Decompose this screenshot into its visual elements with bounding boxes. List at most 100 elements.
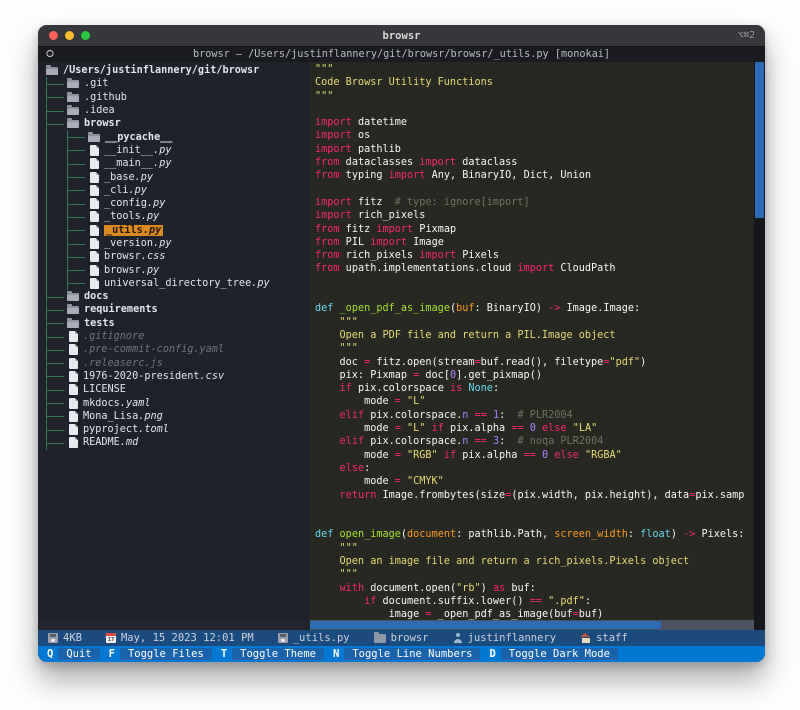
tree-item-file[interactable]: README.md [38,436,310,449]
code-token: float [640,529,671,540]
footer-binding-f[interactable]: FToggle Files [100,646,212,662]
footer-action-label[interactable]: Toggle Line Numbers [344,648,480,660]
tree-item-file[interactable]: .pre-commit-config.yaml [38,343,310,356]
tree-item-folder[interactable]: .github [38,91,310,104]
code-line: """ [315,342,754,355]
footer-action-label[interactable]: Toggle Theme [232,648,324,660]
file-extension: .py [153,238,171,249]
code-line: elif pix.colorspace.n == 3: # noqa PLR20… [315,435,754,448]
file-stem: pyproject [83,424,138,435]
file-icon [90,211,99,222]
tree-item-folder[interactable]: browsr [38,117,310,130]
vertical-scrollbar[interactable] [754,62,765,620]
footer-key[interactable]: Q [38,648,58,660]
tree-item-file[interactable]: LICENSE [38,383,310,396]
vertical-scrollbar-thumb[interactable] [755,62,764,218]
footer-action-label[interactable]: Toggle Files [120,648,212,660]
tree-item-label: _version.py [104,238,171,249]
horizontal-scrollbar[interactable] [310,620,754,630]
tree-guide-line [67,184,88,197]
code-token: : pathlib.Path, [456,529,554,540]
tree-item-file[interactable]: _base.py [38,170,310,183]
code-line: mode = "L" if pix.alpha == 0 else "LA" [315,422,754,435]
code-token: : [628,529,640,540]
tree-item-file[interactable]: pyproject.toml [38,423,310,436]
code-token: with [340,583,365,594]
tree-item-file[interactable]: browsr.css [38,250,310,263]
code-line: def _open_pdf_as_image(buf: BinaryIO) ->… [315,302,754,315]
tree-item-folder[interactable]: docs [38,290,310,303]
code-line: """ [315,63,754,76]
status-bar-text: May, 15 2023 12:01 PM [121,632,254,644]
tree-item-file[interactable]: __init__.py [38,144,310,157]
tree-item-file[interactable]: _version.py [38,237,310,250]
horizontal-scrollbar-thumb[interactable] [310,621,661,629]
tree-item-file[interactable]: _cli.py [38,184,310,197]
file-extension: .toml [138,424,169,435]
code-token: document.suffix.lower() [376,596,529,607]
tree-guide-line [46,130,67,143]
file-stem: .releaserc.js [83,358,163,369]
scrollbar-corner [754,620,765,630]
code-token: image [315,609,425,620]
tree-item-folder[interactable]: tests [38,317,310,330]
footer-binding-d[interactable]: DToggle Dark Mode [480,646,617,662]
footer-action-label[interactable]: Toggle Dark Mode [501,648,618,660]
footer-key[interactable]: D [480,648,500,660]
footer-key[interactable]: F [100,648,120,660]
file-stem: Mona_Lisa [83,411,138,422]
code-line: image = _open_pdf_as_image(buf=buf) [315,608,754,620]
tree-guide-line [46,91,67,104]
tree-item-file[interactable]: Mona_Lisa.png [38,410,310,423]
code-token: datetime [352,117,407,128]
footer-binding-t[interactable]: TToggle Theme [212,646,324,662]
tree-item-file[interactable]: browsr.py [38,263,310,276]
code-token: _open_pdf_as_image(buf [432,609,573,620]
code-token: if [340,383,352,394]
footer-binding-q[interactable]: QQuit [38,646,100,662]
code-line: elif pix.colorspace.n == 1: # PLR2004 [315,409,754,422]
tree-item-label: browsr [84,118,121,129]
tree-guide-line [46,210,67,223]
file-stem: .idea [84,105,115,116]
tree-guide-line [46,77,67,90]
code-token: None [468,383,493,394]
tree-item-file[interactable]: _config.py [38,197,310,210]
footer-action-label[interactable]: Quit [58,648,99,660]
tree-item-file[interactable]: _tools.py [38,210,310,223]
tree-item-folder[interactable]: requirements [38,303,310,316]
tree-item-folder[interactable]: __pycache__ [38,130,310,143]
file-icon [90,198,99,209]
code-token: import [315,117,352,128]
file-icon [90,251,99,262]
code-token: import [315,197,352,208]
footer-key[interactable]: N [324,648,344,660]
file-tree[interactable]: /Users/justinflannery/git/browsr.git.git… [38,62,310,620]
tree-item-folder[interactable]: .idea [38,104,310,117]
tree-item-file[interactable]: universal_directory_tree.py [38,277,310,290]
status-bar-text: 4KB [63,632,82,644]
tree-item-folder[interactable]: /Users/justinflannery/git/browsr [38,64,310,77]
tree-item-file[interactable]: _utils.py [38,224,310,237]
footer-key[interactable]: T [212,648,232,660]
tree-item-file[interactable]: __main__.py [38,157,310,170]
code-token: ) [640,357,646,368]
tree-item-file[interactable]: .releaserc.js [38,357,310,370]
footer-binding-n[interactable]: NToggle Line Numbers [324,646,480,662]
tree-item-folder[interactable]: .git [38,77,310,90]
tree-item-file[interactable]: mkdocs.yaml [38,396,310,409]
code-line: if pix.colorspace is None: [315,382,754,395]
code-token: == [475,436,487,447]
code-token: if [364,596,376,607]
app-header: ⭘ browsr – /Users/justinflannery/git/bro… [38,47,765,62]
code-token: ].get_pixmap() [456,370,542,381]
tree-item-file[interactable]: 1976-2020-president.csv [38,370,310,383]
code-viewer[interactable]: """Code Browsr Utility Functions""" impo… [310,62,754,620]
status-bar-item: justinflannery [453,632,557,644]
tree-guide-line [46,290,67,303]
code-token [315,463,340,474]
code-line [315,276,754,289]
code-token: import [389,170,426,181]
tree-item-file[interactable]: .gitignore [38,330,310,343]
tree-guide-line [67,277,88,290]
